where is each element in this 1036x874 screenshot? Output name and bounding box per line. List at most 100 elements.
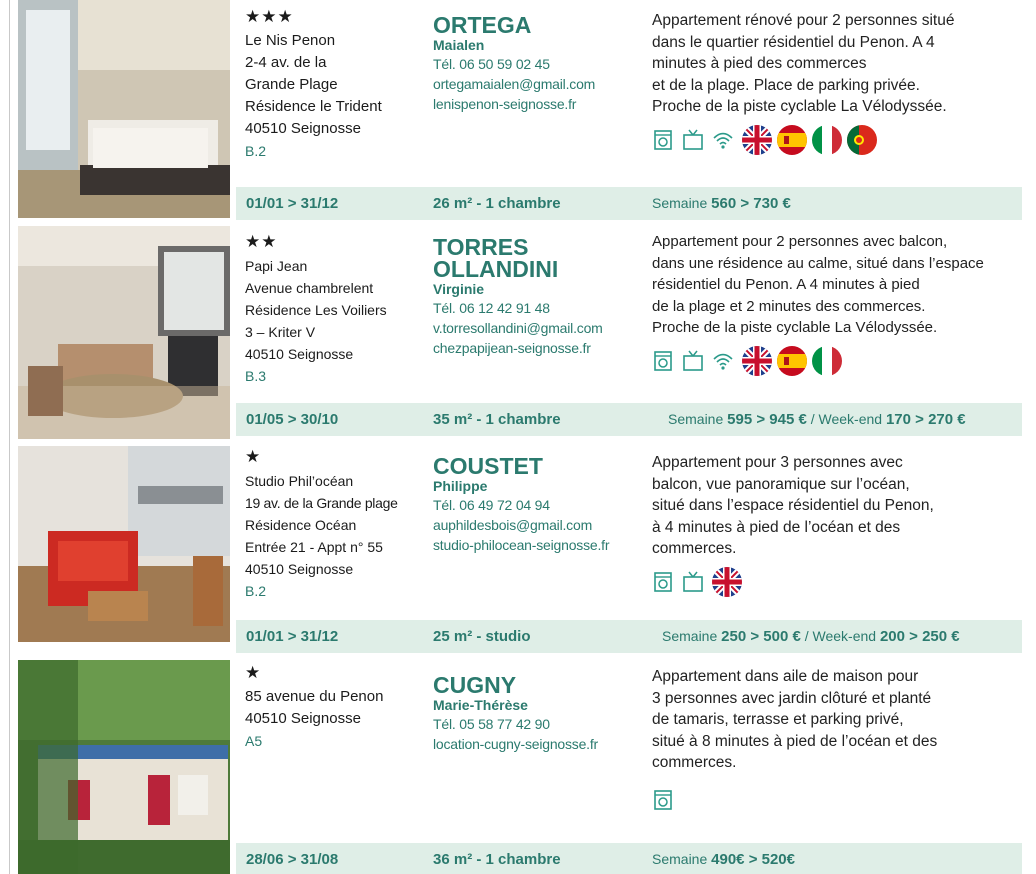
pricing-band: 01/01 > 31/12 26 m² - 1 chambre Semaine …	[236, 187, 1022, 220]
description-line: dans le quartier résidentiel du Penon. A…	[652, 33, 935, 51]
address-line: Studio Phil’océan	[245, 473, 354, 489]
tv-icon	[682, 350, 704, 372]
classification-code: B.3	[245, 368, 267, 384]
description-line: 3 personnes avec jardin clôturé et plant…	[652, 689, 932, 707]
description-line: balcon, vue panoramique sur l’océan,	[652, 475, 910, 493]
description-line: minutes à pied des commerces	[652, 55, 867, 72]
listing-photo	[18, 0, 230, 218]
description-line: de tamaris, terrasse et parking privé,	[652, 711, 904, 728]
address-line: 40510 Seignosse	[245, 346, 354, 362]
description-line: de la plage et 2 minutes des commerces.	[652, 297, 926, 315]
spain-flag-icon	[777, 124, 807, 155]
email-link[interactable]: auphildesbois@gmail.com	[433, 515, 643, 535]
description-line: et de la plage. Place de parking privée.	[652, 76, 920, 94]
website-link[interactable]: lenispenon-seignosse.fr	[433, 94, 643, 114]
address-line: Résidence Les Voiliers	[245, 302, 387, 318]
wifi-icon	[712, 350, 734, 372]
spain-flag-icon	[777, 345, 807, 376]
washing-machine-icon	[652, 129, 674, 151]
address-line: Entrée 21 - Appt n° 55	[245, 539, 383, 555]
description-line: Appartement dans aile de maison pour	[652, 668, 919, 685]
amenities-row	[652, 345, 1022, 377]
amenities-row	[652, 566, 1022, 598]
address-line: Le Nis Penon	[245, 32, 336, 49]
amenities-row	[652, 124, 1022, 156]
owner-firstname: Philippe	[433, 478, 488, 494]
email-link[interactable]: v.torresollandini@gmail.com	[433, 318, 643, 338]
address-line: 40510 Seignosse	[245, 120, 361, 137]
washing-machine-icon	[652, 571, 674, 593]
owner-surname: OLLANDINI	[433, 256, 559, 282]
address-line: Avenue chambrelent	[245, 280, 374, 296]
tv-icon	[682, 129, 704, 151]
address-line: 3 – Kriter V	[245, 324, 316, 340]
surface-rooms: 36 m² - 1 chambre	[433, 851, 561, 868]
washing-machine-icon	[652, 350, 674, 372]
address-line: 2-4 av. de la	[245, 54, 327, 71]
owner-surname: COUSTET	[433, 453, 543, 479]
phone-number: Tél. 05 58 77 42 90	[433, 716, 550, 732]
address-line: 40510 Seignosse	[245, 561, 354, 577]
price-info: Semaine 595 > 945 € / Week-end 170 > 270…	[668, 411, 966, 428]
italy-flag-icon	[812, 124, 842, 155]
description-line: commerces.	[652, 540, 737, 557]
phone-number: Tél. 06 49 72 04 94	[433, 497, 550, 513]
email-link[interactable]: ortegamaialen@gmail.com	[433, 74, 643, 94]
portugal-flag-icon	[847, 124, 877, 155]
availability-dates: 01/01 > 31/12	[246, 628, 339, 645]
page-margin-rule	[9, 0, 10, 874]
listing-photo	[18, 446, 230, 642]
classification-code: B.2	[245, 583, 267, 599]
availability-dates: 01/05 > 30/10	[246, 411, 339, 428]
listing-photo	[18, 660, 230, 874]
owner-firstname: Marie-Thérèse	[433, 697, 528, 713]
tv-icon	[682, 571, 704, 593]
classification-code: B.2	[245, 143, 267, 159]
star-rating: ★	[245, 447, 262, 466]
owner-surname: CUGNY	[433, 672, 517, 698]
description-line: Appartement pour 3 personnes avec	[652, 454, 903, 471]
owner-surname: ORTEGA	[433, 12, 532, 38]
address-line: Résidence le Trident	[245, 98, 382, 115]
availability-dates: 28/06 > 31/08	[246, 851, 339, 868]
pricing-band: 01/05 > 30/10 35 m² - 1 chambre Semaine …	[236, 403, 1022, 436]
surface-rooms: 25 m² - studio	[433, 628, 531, 645]
amenities-row	[652, 784, 1022, 816]
owner-firstname: Virginie	[433, 281, 485, 297]
website-link[interactable]: studio-philocean-seignosse.fr	[433, 535, 643, 555]
description-line: dans une résidence au calme, situé dans …	[652, 254, 984, 272]
address-line: Résidence Océan	[245, 517, 357, 533]
uk-flag-icon	[742, 124, 772, 155]
wifi-icon	[712, 129, 734, 151]
uk-flag-icon	[712, 566, 742, 597]
price-info: Semaine 490€ > 520€	[652, 851, 795, 868]
owner-firstname: Maialen	[433, 37, 485, 53]
price-info: Semaine 250 > 500 € / Week-end 200 > 250…	[662, 628, 960, 645]
address-line: Grande Plage	[245, 76, 338, 93]
address-line: 40510 Seignosse	[245, 710, 361, 727]
surface-rooms: 35 m² - 1 chambre	[433, 411, 561, 428]
description-line: Proche de la piste cyclable La Vélodyssé…	[652, 98, 947, 115]
address-line: Papi Jean	[245, 258, 308, 274]
description-line: Proche de la piste cyclable La Vélodyssé…	[652, 319, 938, 336]
washing-machine-icon	[652, 789, 674, 811]
description-line: commerces.	[652, 754, 737, 771]
listing-photo	[18, 226, 230, 439]
description-line: à 4 minutes à pied de l’océan et des	[652, 518, 901, 536]
website-link[interactable]: location-cugny-seignosse.fr	[433, 734, 643, 754]
star-rating: ★	[245, 663, 262, 682]
description-line: situé dans l’espace résidentiel du Penon…	[652, 497, 934, 514]
availability-dates: 01/01 > 31/12	[246, 195, 339, 212]
phone-number: Tél. 06 50 59 02 45	[433, 56, 550, 72]
surface-rooms: 26 m² - 1 chambre	[433, 195, 561, 212]
website-link[interactable]: chezpapijean-seignosse.fr	[433, 338, 643, 358]
phone-number: Tél. 06 12 42 91 48	[433, 300, 550, 316]
italy-flag-icon	[812, 345, 842, 376]
uk-flag-icon	[742, 345, 772, 376]
address-line: 85 avenue du Penon	[245, 688, 384, 705]
description-line: résidentiel du Penon. A 4 minutes à pied	[652, 276, 920, 293]
description-line: Appartement rénové pour 2 personnes situ…	[652, 12, 955, 29]
star-rating: ★★	[245, 232, 278, 251]
description-line: Appartement pour 2 personnes avec balcon…	[652, 233, 948, 250]
pricing-band: 01/01 > 31/12 25 m² - studio Semaine 250…	[236, 620, 1022, 653]
